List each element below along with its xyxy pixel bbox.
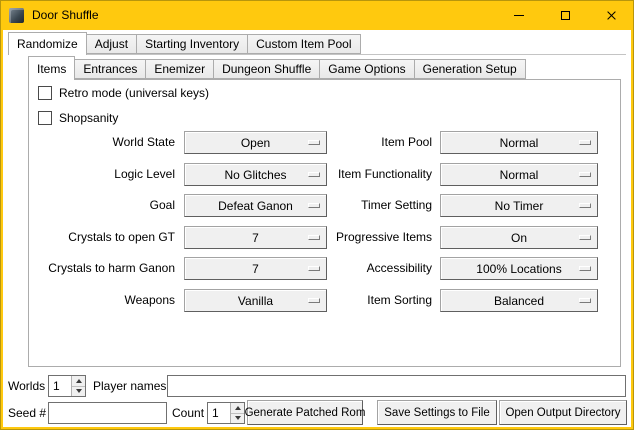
tab-custom-item-pool[interactable]: Custom Item Pool: [247, 34, 360, 54]
maximize-button[interactable]: [542, 0, 588, 30]
accessibility-value: 100% Locations: [476, 262, 561, 276]
worlds-spinner[interactable]: 1: [48, 375, 86, 397]
tab-entrances[interactable]: Entrances: [74, 59, 146, 79]
progressive-items-label: Progressive Items: [297, 226, 432, 249]
minimize-button[interactable]: [496, 0, 542, 30]
generate-patched-rom-button[interactable]: Generate Patched Rom: [247, 400, 363, 425]
item-pool-label: Item Pool: [297, 131, 432, 154]
count-spinner-value[interactable]: 1: [208, 403, 230, 423]
app-icon: [9, 8, 24, 23]
primary-tab-bar: Randomize Adjust Starting Inventory Cust…: [8, 32, 361, 55]
worlds-label: Worlds: [8, 375, 45, 397]
dropdown-indicator-icon: [579, 172, 591, 177]
player-names-label: Player names: [93, 375, 166, 397]
item-pool-value: Normal: [500, 136, 539, 150]
dropdown-indicator-icon: [579, 235, 591, 240]
tab-enemizer[interactable]: Enemizer: [145, 59, 214, 79]
item-functionality-value: Normal: [500, 168, 539, 182]
shopsanity-checkbox-label: Shopsanity: [59, 111, 118, 125]
window-title: Door Shuffle: [32, 8, 99, 22]
close-icon: [606, 10, 617, 21]
timer-setting-label: Timer Setting: [297, 194, 432, 217]
count-spin-down-button[interactable]: [231, 414, 244, 424]
secondary-tab-bar: Items Entrances Enemizer Dungeon Shuffle…: [28, 56, 526, 80]
crystals-harm-ganon-value: 7: [252, 262, 259, 276]
titlebar[interactable]: Door Shuffle: [0, 0, 634, 30]
retro-mode-checkbox-box[interactable]: [38, 86, 52, 100]
crystals-harm-ganon-label: Crystals to harm Ganon: [20, 257, 175, 280]
tab-adjust[interactable]: Adjust: [86, 34, 137, 54]
player-names-input[interactable]: [167, 375, 626, 397]
tab-randomize[interactable]: Randomize: [8, 32, 87, 55]
dropdown-indicator-icon: [579, 266, 591, 271]
item-sorting-dropdown[interactable]: Balanced: [440, 289, 598, 312]
progressive-items-dropdown[interactable]: On: [440, 226, 598, 249]
tab-starting-inventory[interactable]: Starting Inventory: [136, 34, 248, 54]
dropdown-indicator-icon: [579, 140, 591, 145]
timer-setting-dropdown[interactable]: No Timer: [440, 194, 598, 217]
count-spin-up-button[interactable]: [231, 403, 244, 414]
crystals-open-gt-label: Crystals to open GT: [20, 226, 175, 249]
open-output-directory-button[interactable]: Open Output Directory: [499, 400, 627, 425]
close-button[interactable]: [588, 0, 634, 30]
world-state-label: World State: [20, 131, 175, 154]
dropdown-indicator-icon: [579, 298, 591, 303]
worlds-spin-up-button[interactable]: [72, 376, 85, 387]
retro-mode-checkbox[interactable]: Retro mode (universal keys): [38, 86, 209, 100]
weapons-label: Weapons: [20, 289, 175, 312]
item-pool-dropdown[interactable]: Normal: [440, 131, 598, 154]
item-sorting-value: Balanced: [494, 294, 544, 308]
count-spinner-arrows: [230, 403, 244, 423]
progressive-items-value: On: [511, 231, 527, 245]
logic-level-label: Logic Level: [20, 163, 175, 186]
save-settings-button[interactable]: Save Settings to File: [377, 400, 497, 425]
shopsanity-checkbox[interactable]: Shopsanity: [38, 111, 118, 125]
count-spinner[interactable]: 1: [207, 402, 245, 424]
worlds-spinner-arrows: [71, 376, 85, 396]
accessibility-dropdown[interactable]: 100% Locations: [440, 257, 598, 280]
count-label: Count: [172, 402, 204, 424]
shopsanity-checkbox-box[interactable]: [38, 111, 52, 125]
item-functionality-label: Item Functionality: [297, 163, 432, 186]
logic-level-value: No Glitches: [224, 168, 286, 182]
worlds-spinner-value[interactable]: 1: [49, 376, 71, 396]
tab-generation-setup[interactable]: Generation Setup: [414, 59, 526, 79]
weapons-value: Vanilla: [238, 294, 273, 308]
minimize-icon: [514, 15, 524, 16]
goal-label: Goal: [20, 194, 175, 217]
item-functionality-dropdown[interactable]: Normal: [440, 163, 598, 186]
arrow-up-icon: [76, 379, 82, 383]
tab-items[interactable]: Items: [28, 56, 75, 80]
crystals-open-gt-value: 7: [252, 231, 259, 245]
tab-game-options[interactable]: Game Options: [319, 59, 414, 79]
worlds-spin-down-button[interactable]: [72, 387, 85, 397]
retro-mode-checkbox-label: Retro mode (universal keys): [59, 86, 209, 100]
seed-input[interactable]: [48, 402, 167, 424]
timer-setting-value: No Timer: [495, 199, 544, 213]
item-sorting-label: Item Sorting: [297, 289, 432, 312]
arrow-down-icon: [235, 416, 241, 420]
goal-value: Defeat Ganon: [218, 199, 293, 213]
window-controls: [496, 0, 634, 30]
arrow-up-icon: [235, 406, 241, 410]
maximize-icon: [561, 11, 570, 20]
tab-dungeon-shuffle[interactable]: Dungeon Shuffle: [213, 59, 320, 79]
world-state-value: Open: [241, 136, 270, 150]
arrow-down-icon: [76, 389, 82, 393]
door-shuffle-window: Door Shuffle Randomize Adjust Starting I…: [0, 0, 634, 430]
accessibility-label: Accessibility: [297, 257, 432, 280]
dropdown-indicator-icon: [579, 203, 591, 208]
seed-label: Seed #: [8, 402, 46, 424]
